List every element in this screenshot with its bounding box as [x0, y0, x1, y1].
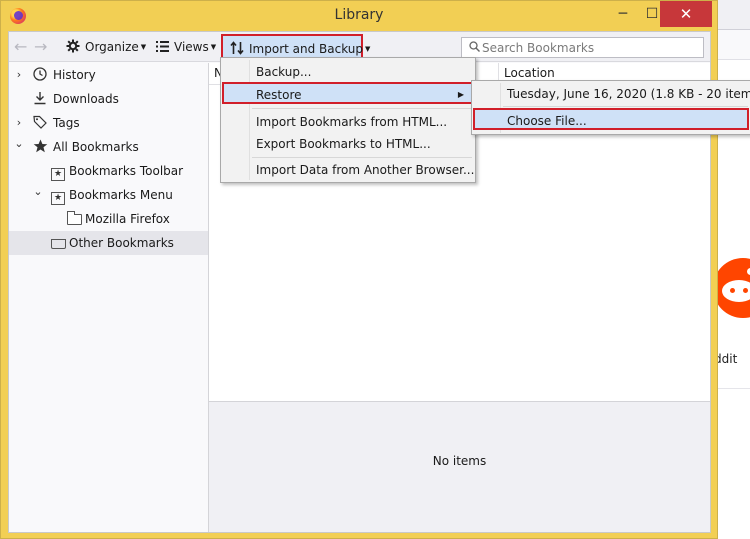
list-icon — [154, 37, 170, 57]
tree-item-label: Tags — [53, 116, 80, 130]
tree-item-other-bookmarks[interactable]: Other Bookmarks — [9, 231, 208, 255]
menu-separator — [252, 108, 472, 109]
views-button[interactable]: Views ▼ — [154, 37, 216, 57]
dropdown-caret-icon: ▼ — [140, 43, 147, 51]
import-and-backup-label: Import and Backup — [249, 42, 364, 56]
places-tree: › History Downloads › Tags ⌄ All Bookmar… — [9, 63, 209, 532]
tree-item-tags[interactable]: › Tags — [9, 111, 208, 135]
menu-item-import-html[interactable]: Import Bookmarks from HTML... — [223, 111, 473, 133]
menu-item-restore[interactable]: Restore ▶ — [222, 82, 474, 104]
menu-item-export-html[interactable]: Export Bookmarks to HTML... — [223, 133, 473, 155]
menu-separator — [503, 106, 748, 107]
import-backup-menu: Backup... Restore ▶ Import Bookmarks fro… — [220, 57, 476, 183]
submenu-arrow-icon: ▶ — [457, 90, 464, 99]
search-input[interactable] — [482, 39, 697, 56]
organize-button[interactable]: Organize ▼ — [65, 37, 146, 57]
menu-item-label: Tuesday, June 16, 2020 (1.8 KB - 20 item… — [507, 87, 750, 101]
forward-arrow-icon[interactable]: → — [34, 37, 47, 57]
menu-item-choose-file[interactable]: Choose File... — [473, 108, 749, 130]
menu-item-label: Restore — [256, 88, 302, 102]
import-export-arrows-icon — [229, 39, 245, 58]
reddit-eye-right — [743, 288, 748, 293]
back-arrow-icon[interactable]: ← — [14, 37, 27, 57]
bookmarks-menu-icon: ★ — [49, 183, 67, 207]
tree-item-label: History — [53, 68, 96, 82]
tree-item-label: Other Bookmarks — [69, 236, 174, 250]
tree-item-label: Bookmarks Toolbar — [69, 164, 184, 178]
collapse-twisty-icon[interactable]: ⌄ — [12, 132, 26, 156]
close-button[interactable]: ✕ — [660, 1, 712, 27]
dropdown-caret-icon: ▼ — [210, 43, 217, 51]
column-location[interactable]: Location — [504, 66, 555, 80]
tree-item-label: Downloads — [53, 92, 119, 106]
views-label: Views — [174, 40, 209, 54]
bookmarks-toolbar-icon: ★ — [49, 159, 67, 183]
tree-item-label: All Bookmarks — [53, 140, 139, 154]
reddit-eye-left — [730, 288, 735, 293]
menu-item-label: Choose File... — [507, 114, 587, 128]
tree-item-all-bookmarks[interactable]: ⌄ All Bookmarks — [9, 135, 208, 159]
collapse-twisty-icon[interactable]: ⌄ — [31, 180, 45, 204]
folder-icon — [65, 207, 83, 231]
organize-label: Organize — [85, 40, 139, 54]
no-items-text: No items — [432, 454, 487, 468]
background-tab-strip — [718, 0, 750, 30]
clock-icon — [31, 63, 49, 87]
title-bar[interactable]: Library ─ ☐ ✕ — [1, 1, 717, 31]
restore-submenu: Tuesday, June 16, 2020 (1.8 KB - 20 item… — [471, 80, 750, 135]
menu-item-label: Export Bookmarks to HTML... — [256, 137, 431, 151]
tree-item-label: Bookmarks Menu — [69, 188, 173, 202]
details-pane: No items — [209, 401, 710, 532]
tree-item-downloads[interactable]: Downloads — [9, 87, 208, 111]
search-box[interactable] — [461, 37, 704, 58]
tree-item-mozilla-firefox[interactable]: Mozilla Firefox — [9, 207, 208, 231]
tree-item-bookmarks-menu[interactable]: ⌄ ★ Bookmarks Menu — [9, 183, 208, 207]
menu-item-backup[interactable]: Backup... — [223, 61, 473, 83]
menu-item-label: Backup... — [256, 65, 312, 79]
tag-icon — [31, 111, 49, 135]
menu-item-import-browser[interactable]: Import Data from Another Browser... — [223, 159, 475, 181]
expand-twisty-icon[interactable]: › — [12, 63, 26, 87]
star-icon — [31, 135, 49, 159]
menu-separator — [252, 157, 472, 158]
menu-item-label: Import Bookmarks from HTML... — [256, 115, 448, 129]
background-toolbar — [718, 30, 750, 60]
menu-item-label: Import Data from Another Browser... — [256, 163, 475, 177]
menu-item-restore-backup-2020-06-16[interactable]: Tuesday, June 16, 2020 (1.8 KB - 20 item… — [474, 83, 750, 105]
dropdown-caret-icon: ▼ — [365, 45, 371, 53]
download-icon — [31, 87, 49, 111]
unfiled-bookmarks-icon — [49, 231, 67, 255]
search-icon — [466, 39, 482, 53]
tree-item-label: Mozilla Firefox — [85, 212, 170, 226]
gear-icon — [65, 37, 81, 57]
tree-item-history[interactable]: › History — [9, 63, 208, 87]
